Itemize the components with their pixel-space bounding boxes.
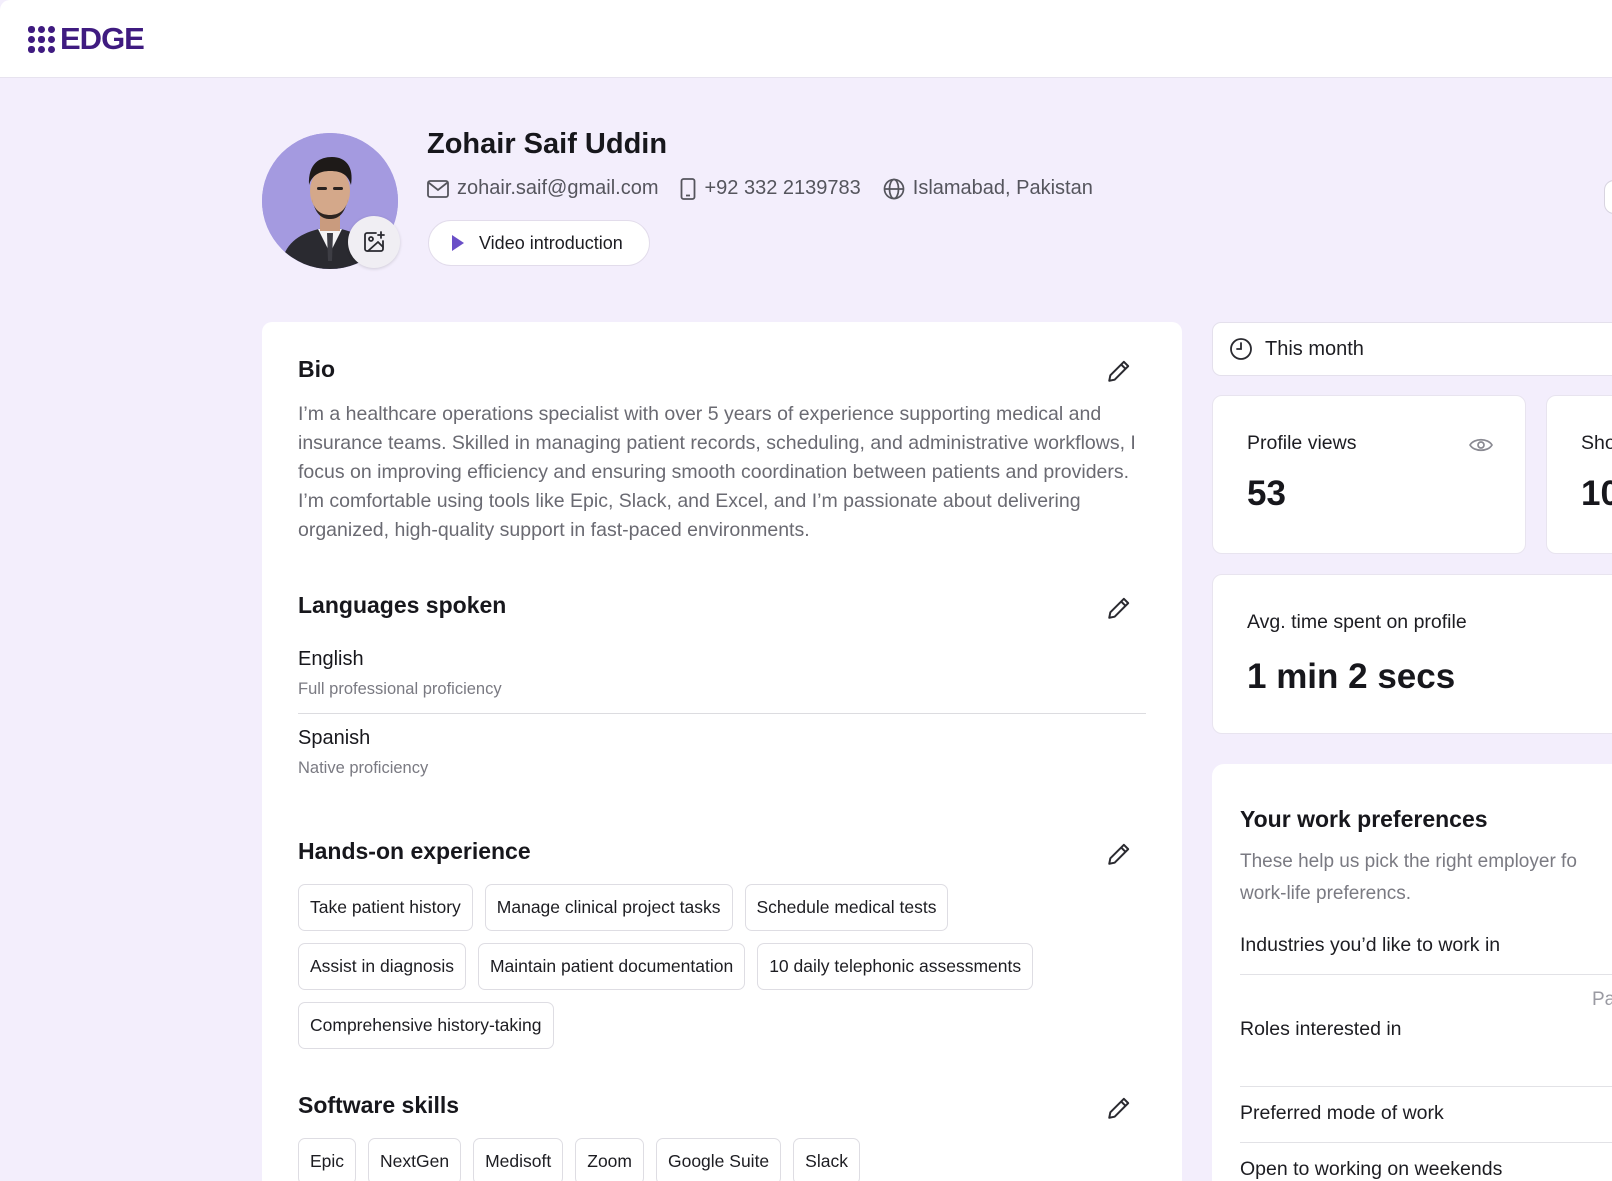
software-chip[interactable]: Google Suite xyxy=(655,1138,782,1181)
pencil-icon[interactable] xyxy=(1106,841,1132,867)
experience-chip[interactable]: 10 daily telephonic assessments xyxy=(757,943,1034,990)
preferences-description: These help us pick the right employer fo… xyxy=(1240,851,1577,904)
divider xyxy=(1240,1086,1612,1087)
pref-mode[interactable]: Preferred mode of work xyxy=(1240,1102,1444,1125)
preferences-title: Your work preferences xyxy=(1240,806,1488,832)
second-stat-card: Sho 10 xyxy=(1546,395,1612,554)
location-text: Islamabad, Pakistan xyxy=(912,177,1093,199)
profile-views-value: 53 xyxy=(1247,474,1286,513)
pref-weekends[interactable]: Open to working on weekends xyxy=(1240,1158,1502,1181)
mail-icon xyxy=(427,179,449,198)
second-stat-label: Sho xyxy=(1581,432,1612,454)
phone-text: +92 332 2139783 xyxy=(704,177,861,199)
contact-info: zohair.saif@gmail.com +92 332 2139783 Is… xyxy=(427,177,1115,200)
play-icon xyxy=(452,235,464,251)
software-chip[interactable]: Medisoft xyxy=(473,1138,564,1181)
divider xyxy=(298,713,1146,714)
change-photo-button[interactable] xyxy=(348,216,400,268)
avg-time-value: 1 min 2 secs xyxy=(1247,657,1456,696)
language-name: Spanish xyxy=(298,727,371,749)
pencil-icon[interactable] xyxy=(1106,358,1132,384)
profile-views-card: Profile views 53 xyxy=(1212,395,1526,554)
phone-icon xyxy=(681,177,696,200)
experience-row: Assist in diagnosis Maintain patient doc… xyxy=(298,943,1034,990)
profile-views-label: Profile views xyxy=(1247,432,1357,454)
pref-truncated-text: Pa xyxy=(1592,989,1612,1010)
top-bar: EDGE xyxy=(0,0,1612,78)
bio-title: Bio xyxy=(298,356,336,382)
avg-time-label: Avg. time spent on profile xyxy=(1247,611,1467,633)
pencil-icon[interactable] xyxy=(1106,1095,1132,1121)
experience-chip[interactable]: Assist in diagnosis xyxy=(298,943,466,990)
video-button-label: Video introduction xyxy=(479,232,623,253)
experience-chip[interactable]: Maintain patient documentation xyxy=(477,943,746,990)
scroll-handle[interactable] xyxy=(1604,180,1612,214)
divider xyxy=(1240,974,1612,975)
app-frame: EDGE Zohair Saif Uddin zohair.saif@gmail… xyxy=(0,0,1612,1181)
divider xyxy=(1240,1142,1612,1143)
second-stat-value: 10 xyxy=(1581,474,1612,513)
language-level: Full professional proficiency xyxy=(298,680,502,698)
software-chip[interactable]: Zoom xyxy=(575,1138,644,1181)
clock-icon xyxy=(1230,338,1252,360)
email-item[interactable]: zohair.saif@gmail.com xyxy=(427,177,658,200)
software-row: Epic NextGen Medisoft Zoom Google Suite … xyxy=(298,1138,860,1181)
avg-time-card: Avg. time spent on profile 1 min 2 secs xyxy=(1212,574,1612,734)
profile-details-card: Bio I’m a healthcare operations speciali… xyxy=(262,322,1182,1181)
languages-title: Languages spoken xyxy=(298,592,507,618)
experience-chip[interactable]: Schedule medical tests xyxy=(744,884,949,931)
experience-row: Take patient history Manage clinical pro… xyxy=(298,884,949,931)
period-selector[interactable]: This month xyxy=(1212,322,1612,376)
language-name: English xyxy=(298,648,364,670)
email-text: zohair.saif@gmail.com xyxy=(457,177,659,199)
pencil-icon[interactable] xyxy=(1106,595,1132,621)
experience-chip[interactable]: Manage clinical project tasks xyxy=(484,884,733,931)
pref-industries[interactable]: Industries you’d like to work in xyxy=(1240,934,1500,957)
software-chip[interactable]: Slack xyxy=(793,1138,860,1181)
phone-item[interactable]: +92 332 2139783 xyxy=(680,177,861,200)
period-label: This month xyxy=(1265,337,1364,360)
brand-name: EDGE xyxy=(60,21,145,56)
language-level: Native proficiency xyxy=(298,759,429,777)
profile-name: Zohair Saif Uddin xyxy=(427,128,668,160)
pref-roles[interactable]: Roles interested in xyxy=(1240,1018,1402,1041)
work-preferences-card: Your work preferences These help us pick… xyxy=(1212,764,1612,1181)
video-introduction-button[interactable]: Video introduction xyxy=(428,220,650,266)
experience-row: Comprehensive history-taking xyxy=(298,1002,554,1049)
software-chip[interactable]: NextGen xyxy=(368,1138,462,1181)
image-add-icon xyxy=(364,231,385,252)
brand-logo[interactable]: EDGE xyxy=(28,20,145,58)
software-chip[interactable]: Epic xyxy=(298,1138,357,1181)
bio-text: I’m a healthcare operations specialist w… xyxy=(298,403,1136,541)
software-title: Software skills xyxy=(298,1092,460,1118)
experience-chip[interactable]: Take patient history xyxy=(298,884,473,931)
location-item: Islamabad, Pakistan xyxy=(883,177,1093,200)
experience-chip[interactable]: Comprehensive history-taking xyxy=(298,1002,554,1049)
eye-icon xyxy=(1469,438,1493,452)
experience-title: Hands-on experience xyxy=(298,838,531,864)
logo-mark-icon xyxy=(28,25,55,53)
globe-icon xyxy=(883,178,905,199)
